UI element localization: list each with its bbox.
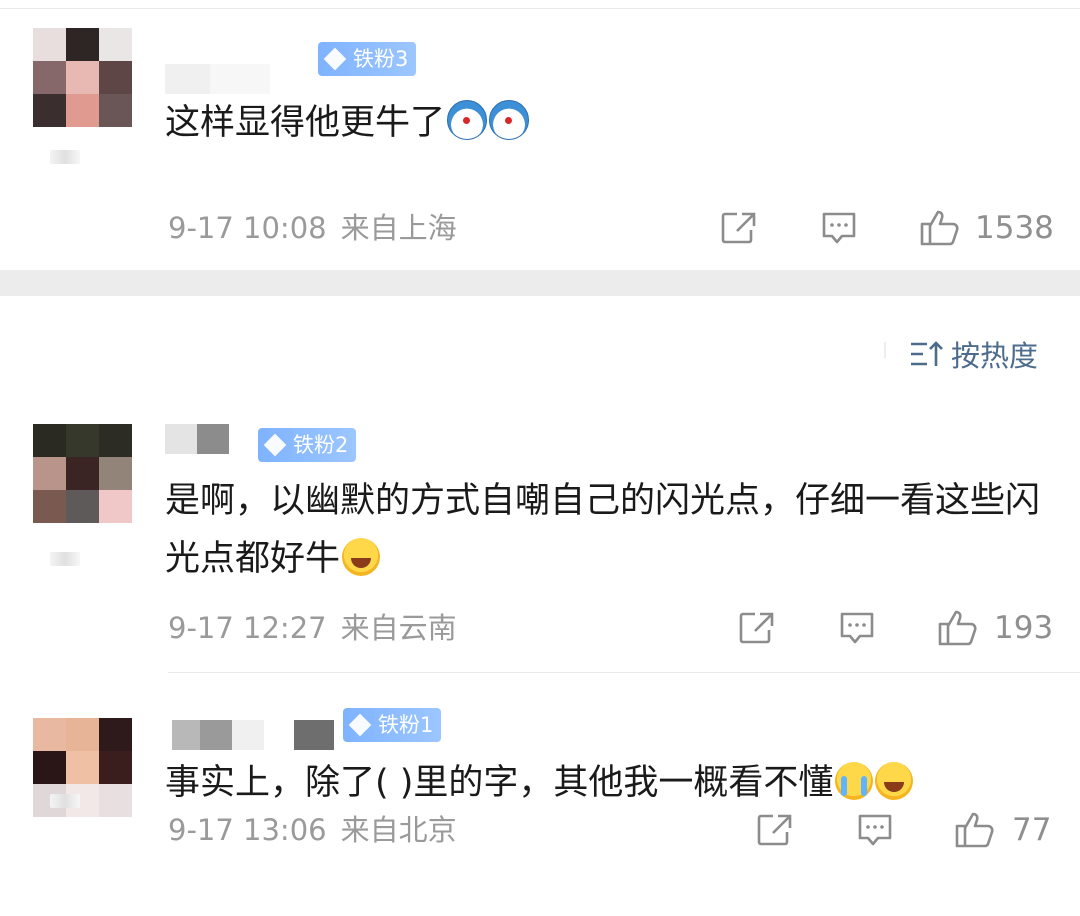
divider xyxy=(0,8,1080,9)
comment-location: 来自上海 xyxy=(340,211,457,245)
reply-icon[interactable] xyxy=(838,610,876,646)
share-icon[interactable] xyxy=(738,610,776,646)
comment-body: 是啊，以幽默的方式自嘲自己的闪光点，仔细一看这些闪光点都好牛 xyxy=(165,481,1041,579)
comment-time: 9-17 12:27 xyxy=(168,611,327,645)
comment-meta: 9-17 12:27 来自云南 xyxy=(168,608,457,648)
diamond-icon xyxy=(323,47,347,71)
comment-meta: 9-17 10:08 来自上海 xyxy=(168,208,457,248)
username-blurred[interactable] xyxy=(172,720,334,750)
avatar[interactable] xyxy=(33,28,132,127)
comment-location: 来自北京 xyxy=(340,813,457,847)
comment-location: 来自云南 xyxy=(340,611,457,645)
comment-body: 事实上，除了( )里的字，其他我一概看不懂 xyxy=(165,763,834,803)
comment-item: 铁粉2 是啊，以幽默的方式自嘲自己的闪光点，仔细一看这些闪光点都好牛 9-17 … xyxy=(0,400,1080,672)
divider xyxy=(884,342,886,358)
fan-badge-label: 铁粉3 xyxy=(353,47,409,71)
fan-badge[interactable]: 铁粉3 xyxy=(318,42,417,76)
like-icon[interactable] xyxy=(918,206,960,248)
share-icon[interactable] xyxy=(756,812,794,848)
comment-feed: 铁粉3 这样显得他更牛了 9-17 10:08 来自上海 1538 按热度 铁粉… xyxy=(0,0,1080,916)
fan-badge-label: 铁粉1 xyxy=(378,713,434,737)
diamond-icon xyxy=(348,713,372,737)
comment-item: 铁粉1 事实上，除了( )里的字，其他我一概看不懂 9-17 13:06 来自北京… xyxy=(0,676,1080,916)
like-count: 1538 xyxy=(975,210,1054,246)
fan-badge[interactable]: 铁粉2 xyxy=(258,428,357,462)
like-icon[interactable] xyxy=(936,606,978,648)
comment-meta: 9-17 13:06 来自北京 xyxy=(168,810,457,850)
diamond-icon xyxy=(263,433,287,457)
avatar-verification-mark xyxy=(50,552,80,566)
laugh-tears-emoji-icon xyxy=(342,538,381,576)
divider xyxy=(168,672,1080,673)
sort-by-hot-button[interactable]: 按热度 xyxy=(909,336,1038,373)
like-icon[interactable] xyxy=(953,808,995,850)
avatar-verification-mark xyxy=(50,794,80,808)
section-separator xyxy=(0,270,1080,296)
avatar[interactable] xyxy=(33,718,132,817)
avatar[interactable] xyxy=(33,424,132,523)
username-blurred[interactable] xyxy=(165,424,229,454)
share-icon[interactable] xyxy=(720,210,758,246)
comment-body: 这样显得他更牛了 xyxy=(165,103,446,143)
fan-badge-label: 铁粉2 xyxy=(293,433,349,457)
doraemon-emoji-icon xyxy=(489,100,530,140)
reply-icon[interactable] xyxy=(856,812,894,848)
comment-text: 这样显得他更牛了 xyxy=(165,94,1045,152)
sort-icon xyxy=(910,341,943,366)
comment-text: 是啊，以幽默的方式自嘲自己的闪光点，仔细一看这些闪光点都好牛 xyxy=(165,472,1045,588)
username-blurred[interactable] xyxy=(165,64,270,94)
sort-label: 按热度 xyxy=(950,339,1038,373)
doraemon-emoji-icon xyxy=(447,100,488,140)
avatar-verification-mark xyxy=(50,150,80,164)
fan-badge[interactable]: 铁粉1 xyxy=(343,708,442,742)
like-count: 193 xyxy=(994,610,1054,646)
like-count: 77 xyxy=(1012,812,1052,848)
comment-item: 铁粉3 这样显得他更牛了 9-17 10:08 来自上海 1538 xyxy=(0,0,1080,270)
laugh-tears-emoji-icon xyxy=(875,762,914,800)
reply-icon[interactable] xyxy=(820,210,858,246)
comment-text: 事实上，除了( )里的字，其他我一概看不懂 xyxy=(165,754,1045,812)
comment-time: 9-17 13:06 xyxy=(168,813,327,847)
crying-emoji-icon xyxy=(835,762,874,800)
comment-time: 9-17 10:08 xyxy=(168,211,327,245)
